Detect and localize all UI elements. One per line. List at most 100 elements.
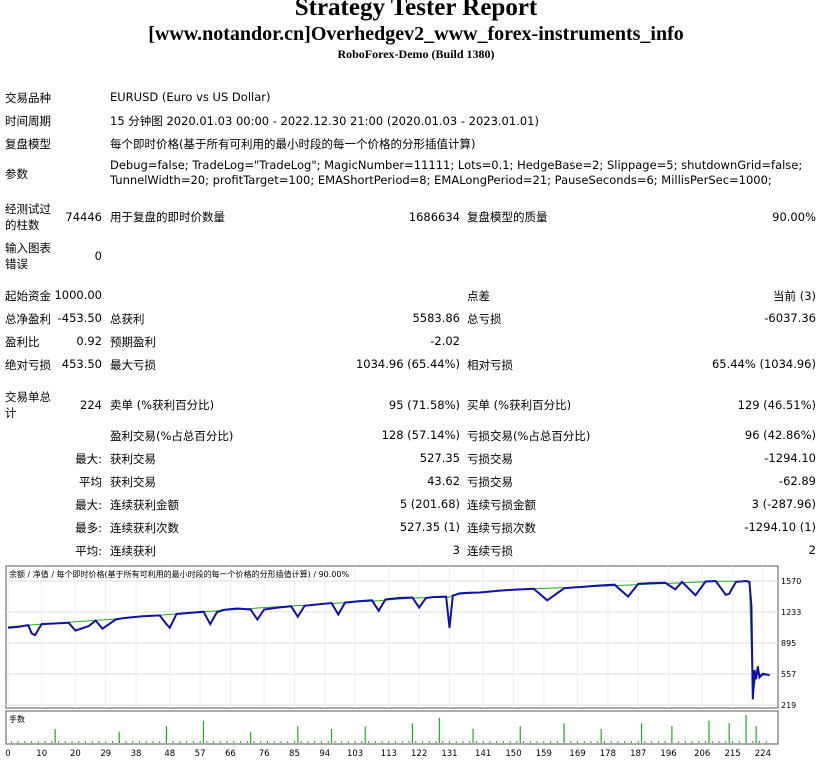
report-broker: RoboForex-Demo (Build 1380)	[337, 47, 495, 61]
largest-win-label: 获利交易	[110, 452, 156, 466]
trades-value: 224	[80, 398, 102, 412]
errors-value: 0	[94, 249, 102, 263]
x-tick-label: 29	[100, 749, 111, 759]
pf-value: 0.92	[76, 334, 102, 348]
volume-label: 手数	[9, 714, 25, 724]
win-label: 盈利交易(%占总百分比)	[110, 429, 234, 443]
x-tick-label: 131	[441, 749, 457, 759]
x-tick-label: 103	[347, 749, 363, 759]
payoff-label: 预期盈利	[110, 335, 156, 349]
avgc-win-value: 3	[452, 543, 460, 557]
chart-legend: 余额 / 净值 / 每个即时价格(基于所有可利用的最小时段的每一个价格的分形插值…	[9, 569, 349, 579]
x-tick-label: 0	[5, 749, 10, 759]
long-label: 买单 (%获利百分比)	[467, 398, 572, 412]
x-tick-label: 206	[694, 749, 710, 759]
quality-value: 90.00%	[772, 210, 816, 224]
rel-dd-label: 相对亏损	[467, 358, 513, 372]
avg-win-label: 获利交易	[110, 475, 156, 489]
maxc-win-label: 连续获利金额	[110, 498, 179, 512]
symbol-label: 交易品种	[5, 91, 51, 105]
deposit-value: 1000.00	[54, 288, 102, 302]
spread-label: 点差	[467, 289, 490, 303]
period-label: 时间周期	[5, 114, 51, 128]
x-tick-label: 20	[70, 749, 81, 759]
ticks-value: 1686634	[408, 210, 460, 224]
avg-loss-label: 亏损交易	[467, 475, 513, 489]
largest-label: 最大:	[75, 452, 102, 466]
x-tick-label: 10	[36, 749, 47, 759]
payoff-value: -2.02	[430, 334, 460, 348]
x-tick-label: 122	[411, 749, 427, 759]
x-tick-label: 196	[660, 749, 676, 759]
avg-loss-value: -62.89	[778, 474, 816, 488]
spread-value: 当前 (3)	[773, 289, 816, 303]
gross-profit-value: 5583.86	[412, 311, 460, 325]
x-tick-label: 215	[724, 749, 740, 759]
abs-dd-value: 453.50	[61, 357, 102, 371]
maxm-win-label: 连续获利次数	[110, 521, 179, 535]
largest-win-value: 527.35	[419, 451, 460, 465]
x-tick-label: 141	[475, 749, 491, 759]
y-tick-label: 1233	[781, 608, 801, 617]
abs-dd-label: 绝对亏损	[5, 358, 51, 372]
x-tick-label: 66	[225, 749, 236, 759]
max-dd-label: 最大亏损	[110, 358, 156, 372]
avgc-win-label: 连续获利	[110, 544, 156, 558]
report-title: Strategy Tester Report	[294, 0, 538, 21]
errors-label-1: 输入图表	[5, 241, 51, 255]
short-label: 卖单 (%获利百分比)	[110, 398, 215, 412]
maxc-label: 最大:	[75, 498, 102, 512]
avgc-loss-value: 2	[808, 543, 816, 557]
main-panel	[5, 565, 779, 709]
net-label: 总净盈利	[5, 312, 51, 326]
long-value: 129 (46.51%)	[737, 398, 816, 412]
quality-label: 复盘模型的质量	[467, 210, 548, 224]
maxc-win-value: 5 (201.68)	[399, 497, 460, 511]
largest-loss-label: 亏损交易	[467, 452, 513, 466]
avg-label: 平均	[79, 475, 102, 489]
model-label: 复盘模型	[5, 137, 51, 151]
pf-label: 盈利比	[5, 335, 40, 349]
rel-dd-value: 65.44% (1034.96)	[711, 357, 816, 371]
trades-label-2: 计	[5, 406, 17, 420]
x-tick-label: 159	[536, 749, 552, 759]
params-line-2: TunnelWidth=20; profitTarget=100; EMASho…	[110, 173, 772, 187]
maxm-loss-label: 连续亏损次数	[467, 521, 536, 535]
symbol-value: EURUSD (Euro vs US Dollar)	[110, 90, 271, 104]
params-line-1: Debug=false; TradeLog="TradeLog"; MagicN…	[110, 158, 803, 172]
x-tick-label: 150	[505, 749, 521, 759]
trades-label-1: 交易单总	[5, 390, 51, 404]
short-value: 95 (71.58%)	[388, 398, 460, 412]
x-tick-label: 94	[319, 749, 330, 759]
errors-label-2: 错误	[5, 257, 28, 271]
params-label: 参数	[5, 167, 28, 181]
maxm-win-value: 527.35 (1)	[399, 520, 460, 534]
x-tick-label: 38	[131, 749, 142, 759]
x-tick-label: 224	[755, 749, 771, 759]
x-tick-label: 178	[600, 749, 616, 759]
x-tick-label: 85	[289, 749, 300, 759]
loss-label: 亏损交易(%占总百分比)	[467, 429, 591, 443]
y-tick-label: 557	[781, 670, 796, 679]
period-value: 15 分钟图 2020.01.03 00:00 - 2022.12.30 21:…	[110, 114, 539, 128]
model-value: 每个即时价格(基于所有可利用的最小时段的每一个价格的分形插值计算)	[110, 137, 476, 151]
volume-panel	[5, 710, 779, 745]
maxm-loss-value: -1294.10 (1)	[744, 520, 816, 534]
win-value: 128 (57.14%)	[381, 428, 460, 442]
maxc-loss-label: 连续亏损金额	[467, 498, 536, 512]
avg-win-value: 43.62	[427, 474, 460, 488]
x-tick-label: 48	[164, 749, 175, 759]
x-tick-label: 113	[381, 749, 397, 759]
x-tick-label: 169	[569, 749, 585, 759]
gross-profit-label: 总获利	[110, 312, 145, 326]
bars-label-1: 经测试过	[5, 202, 51, 216]
largest-loss-value: -1294.10	[764, 451, 816, 465]
bars-label-2: 的柱数	[5, 218, 40, 232]
avgc-label: 平均:	[75, 544, 102, 558]
loss-value: 96 (42.86%)	[744, 428, 816, 442]
y-tick-label: 1570	[781, 577, 801, 586]
report-subtitle: [www.notandor.cn]Overhedgev2_www_forex-i…	[148, 23, 684, 45]
y-tick-label: 895	[781, 639, 796, 648]
y-tick-label: 219	[781, 701, 796, 710]
gross-loss-value: -6037.36	[764, 311, 816, 325]
